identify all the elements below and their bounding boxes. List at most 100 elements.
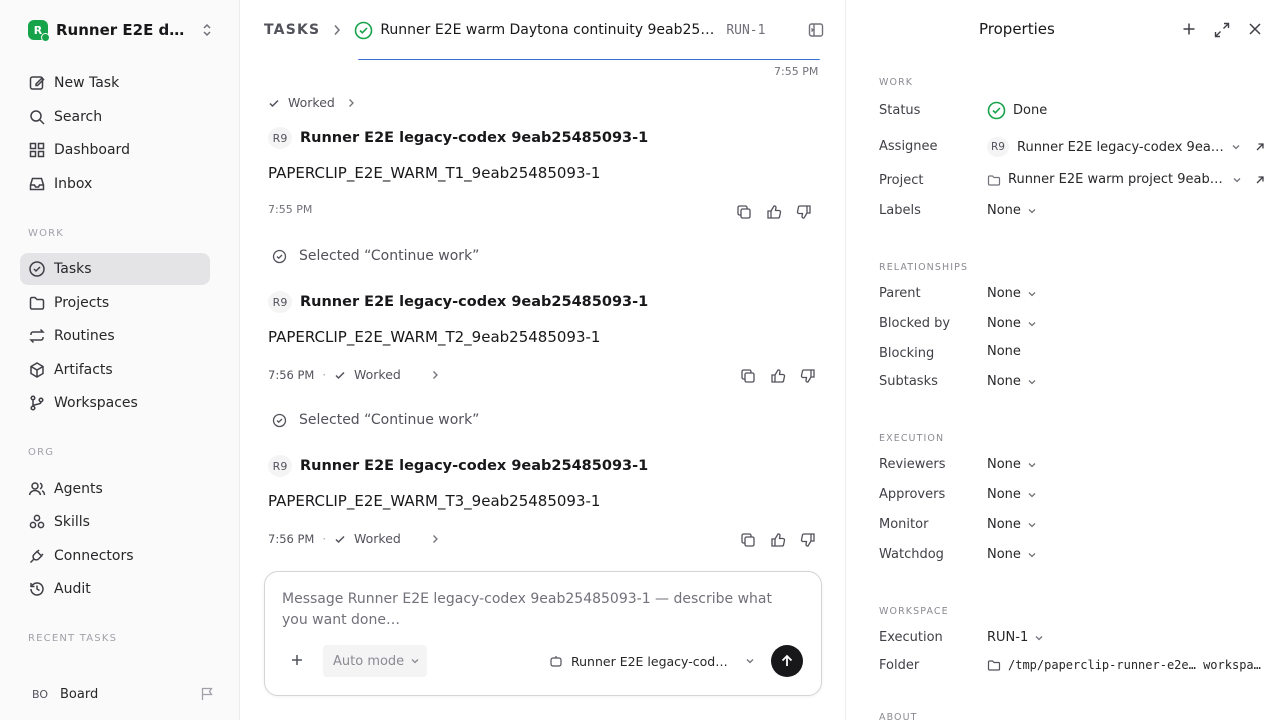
nav-agents[interactable]: Agents <box>20 473 210 505</box>
nav-projects[interactable]: Projects <box>20 287 210 319</box>
thumbs-up-icon[interactable] <box>766 204 782 220</box>
previous-message-edge <box>358 59 820 60</box>
section-label-about: ABOUT <box>879 712 918 720</box>
copy-icon[interactable] <box>736 204 752 220</box>
parent-value[interactable]: None <box>987 286 1037 301</box>
breadcrumb-root[interactable]: TASKS <box>264 22 320 38</box>
chevron-down-icon <box>1027 550 1037 560</box>
section-label-execution: EXECUTION <box>879 433 945 444</box>
nav-label: Skills <box>54 514 90 530</box>
close-icon[interactable] <box>1247 21 1263 39</box>
expand-icon[interactable] <box>1213 21 1231 39</box>
project-value[interactable]: Runner E2E warm project 9eab25485093-1 <box>987 172 1265 187</box>
status-value[interactable]: Done <box>987 101 1047 120</box>
external-link-icon[interactable] <box>1255 175 1265 185</box>
worked-toggle[interactable]: Worked <box>268 95 355 110</box>
agent-name[interactable]: Runner E2E legacy-codex 9eab25485093-1 <box>300 130 648 146</box>
toggle-panel-icon[interactable] <box>808 22 824 38</box>
reviewers-value[interactable]: None <box>987 457 1037 472</box>
message-actions <box>736 204 812 220</box>
approvers-value[interactable]: None <box>987 487 1037 502</box>
watchdog-key: Watchdog <box>879 547 944 562</box>
nav-audit[interactable]: Audit <box>20 573 210 605</box>
selected-action: Selected “Continue work” <box>272 412 479 428</box>
monitor-value[interactable]: None <box>987 517 1037 532</box>
chevron-down-icon <box>1027 460 1037 470</box>
dashboard-icon <box>28 141 46 159</box>
agent-select[interactable]: Runner E2E legacy-codex 9eab25485093-1 <box>549 651 755 671</box>
nav-search[interactable]: Search <box>20 101 210 133</box>
flag-icon[interactable] <box>200 687 214 701</box>
check-icon <box>334 369 346 381</box>
subtasks-key: Subtasks <box>879 374 938 389</box>
labels-key: Labels <box>879 203 921 218</box>
nav-skills[interactable]: Skills <box>20 506 210 538</box>
message-meta: 7:56 PM · Worked <box>268 531 439 546</box>
labels-value[interactable]: None <box>987 203 1037 218</box>
plus-icon[interactable] <box>1181 21 1197 39</box>
worked-toggle[interactable]: Worked <box>334 367 439 382</box>
subtasks-value[interactable]: None <box>987 374 1037 389</box>
section-label-recent: RECENT TASKS <box>28 633 118 644</box>
breadcrumb: TASKS Runner E2E warm Daytona continuity… <box>264 18 824 42</box>
nav-inbox[interactable]: Inbox <box>20 168 210 200</box>
nav-artifacts[interactable]: Artifacts <box>20 354 210 386</box>
thumbs-up-icon[interactable] <box>770 532 786 548</box>
separator: · <box>322 531 326 546</box>
message-actions <box>740 532 816 548</box>
blocked-by-key: Blocked by <box>879 316 951 331</box>
blocking-value: None <box>987 344 1021 359</box>
parent-key: Parent <box>879 286 921 301</box>
check-circle-icon <box>28 260 46 278</box>
nav-connectors[interactable]: Connectors <box>20 540 210 572</box>
agent-name[interactable]: Runner E2E legacy-codex 9eab25485093-1 <box>300 458 648 474</box>
folder-value[interactable]: /tmp/paperclip-runner-e2e… workspace <box>987 658 1272 672</box>
copy-icon[interactable] <box>740 368 756 384</box>
plug-icon <box>28 547 46 565</box>
project-key: Project <box>879 173 924 188</box>
nav-routines[interactable]: Routines <box>20 320 210 352</box>
mode-label: Auto mode <box>333 653 405 669</box>
nav-new-task[interactable]: New Task <box>20 67 210 99</box>
worked-label: Worked <box>354 531 401 546</box>
nav-tasks[interactable]: Tasks <box>20 253 210 285</box>
message-time: 7:56 PM <box>268 531 315 546</box>
blocked-by-value[interactable]: None <box>987 316 1037 331</box>
thumbs-down-icon[interactable] <box>800 368 816 384</box>
message-input[interactable] <box>282 589 802 635</box>
execution-value[interactable]: RUN-1 <box>987 630 1044 645</box>
workspace-switcher[interactable]: R Runner E2E daytona <box>28 19 214 42</box>
project-label: Runner E2E warm project 9eab25485093-1 <box>1008 172 1226 187</box>
users-icon <box>28 480 46 498</box>
mode-select[interactable]: Auto mode <box>323 645 427 677</box>
selected-label: Selected “Continue work” <box>299 248 480 264</box>
worked-toggle[interactable]: Worked <box>334 531 439 546</box>
thumbs-down-icon[interactable] <box>800 532 816 548</box>
thumbs-up-icon[interactable] <box>770 368 786 384</box>
chevron-right-icon <box>431 534 439 544</box>
chevron-down-icon <box>1231 142 1241 152</box>
watchdog-value[interactable]: None <box>987 547 1037 562</box>
run-id: RUN-1 <box>726 22 766 38</box>
nav-workspaces[interactable]: Workspaces <box>20 387 210 419</box>
nav-dashboard[interactable]: Dashboard <box>20 134 210 166</box>
folder-path: /tmp/paperclip-runner-e2e… workspace <box>1008 658 1268 672</box>
folder-icon <box>28 294 46 312</box>
assignee-value[interactable]: R9 Runner E2E legacy-codex 9eab25485093-… <box>987 137 1265 157</box>
nav-label: Projects <box>54 295 110 311</box>
section-label-work: WORK <box>28 228 65 239</box>
board-switcher[interactable]: BO Board <box>28 683 214 705</box>
selected-label: Selected “Continue work” <box>299 412 480 428</box>
value-label: None <box>987 457 1021 472</box>
external-link-icon[interactable] <box>1255 142 1265 152</box>
thumbs-down-icon[interactable] <box>796 204 812 220</box>
agent-name[interactable]: Runner E2E legacy-codex 9eab25485093-1 <box>300 294 648 310</box>
copy-icon[interactable] <box>740 532 756 548</box>
plus-icon[interactable] <box>289 652 305 668</box>
value-label: None <box>987 344 1021 359</box>
status-done-icon <box>354 21 373 40</box>
check-icon <box>334 533 346 545</box>
section-label-relationships: RELATIONSHIPS <box>879 262 969 273</box>
check-circle-icon <box>272 413 287 428</box>
send-button[interactable] <box>771 645 803 677</box>
